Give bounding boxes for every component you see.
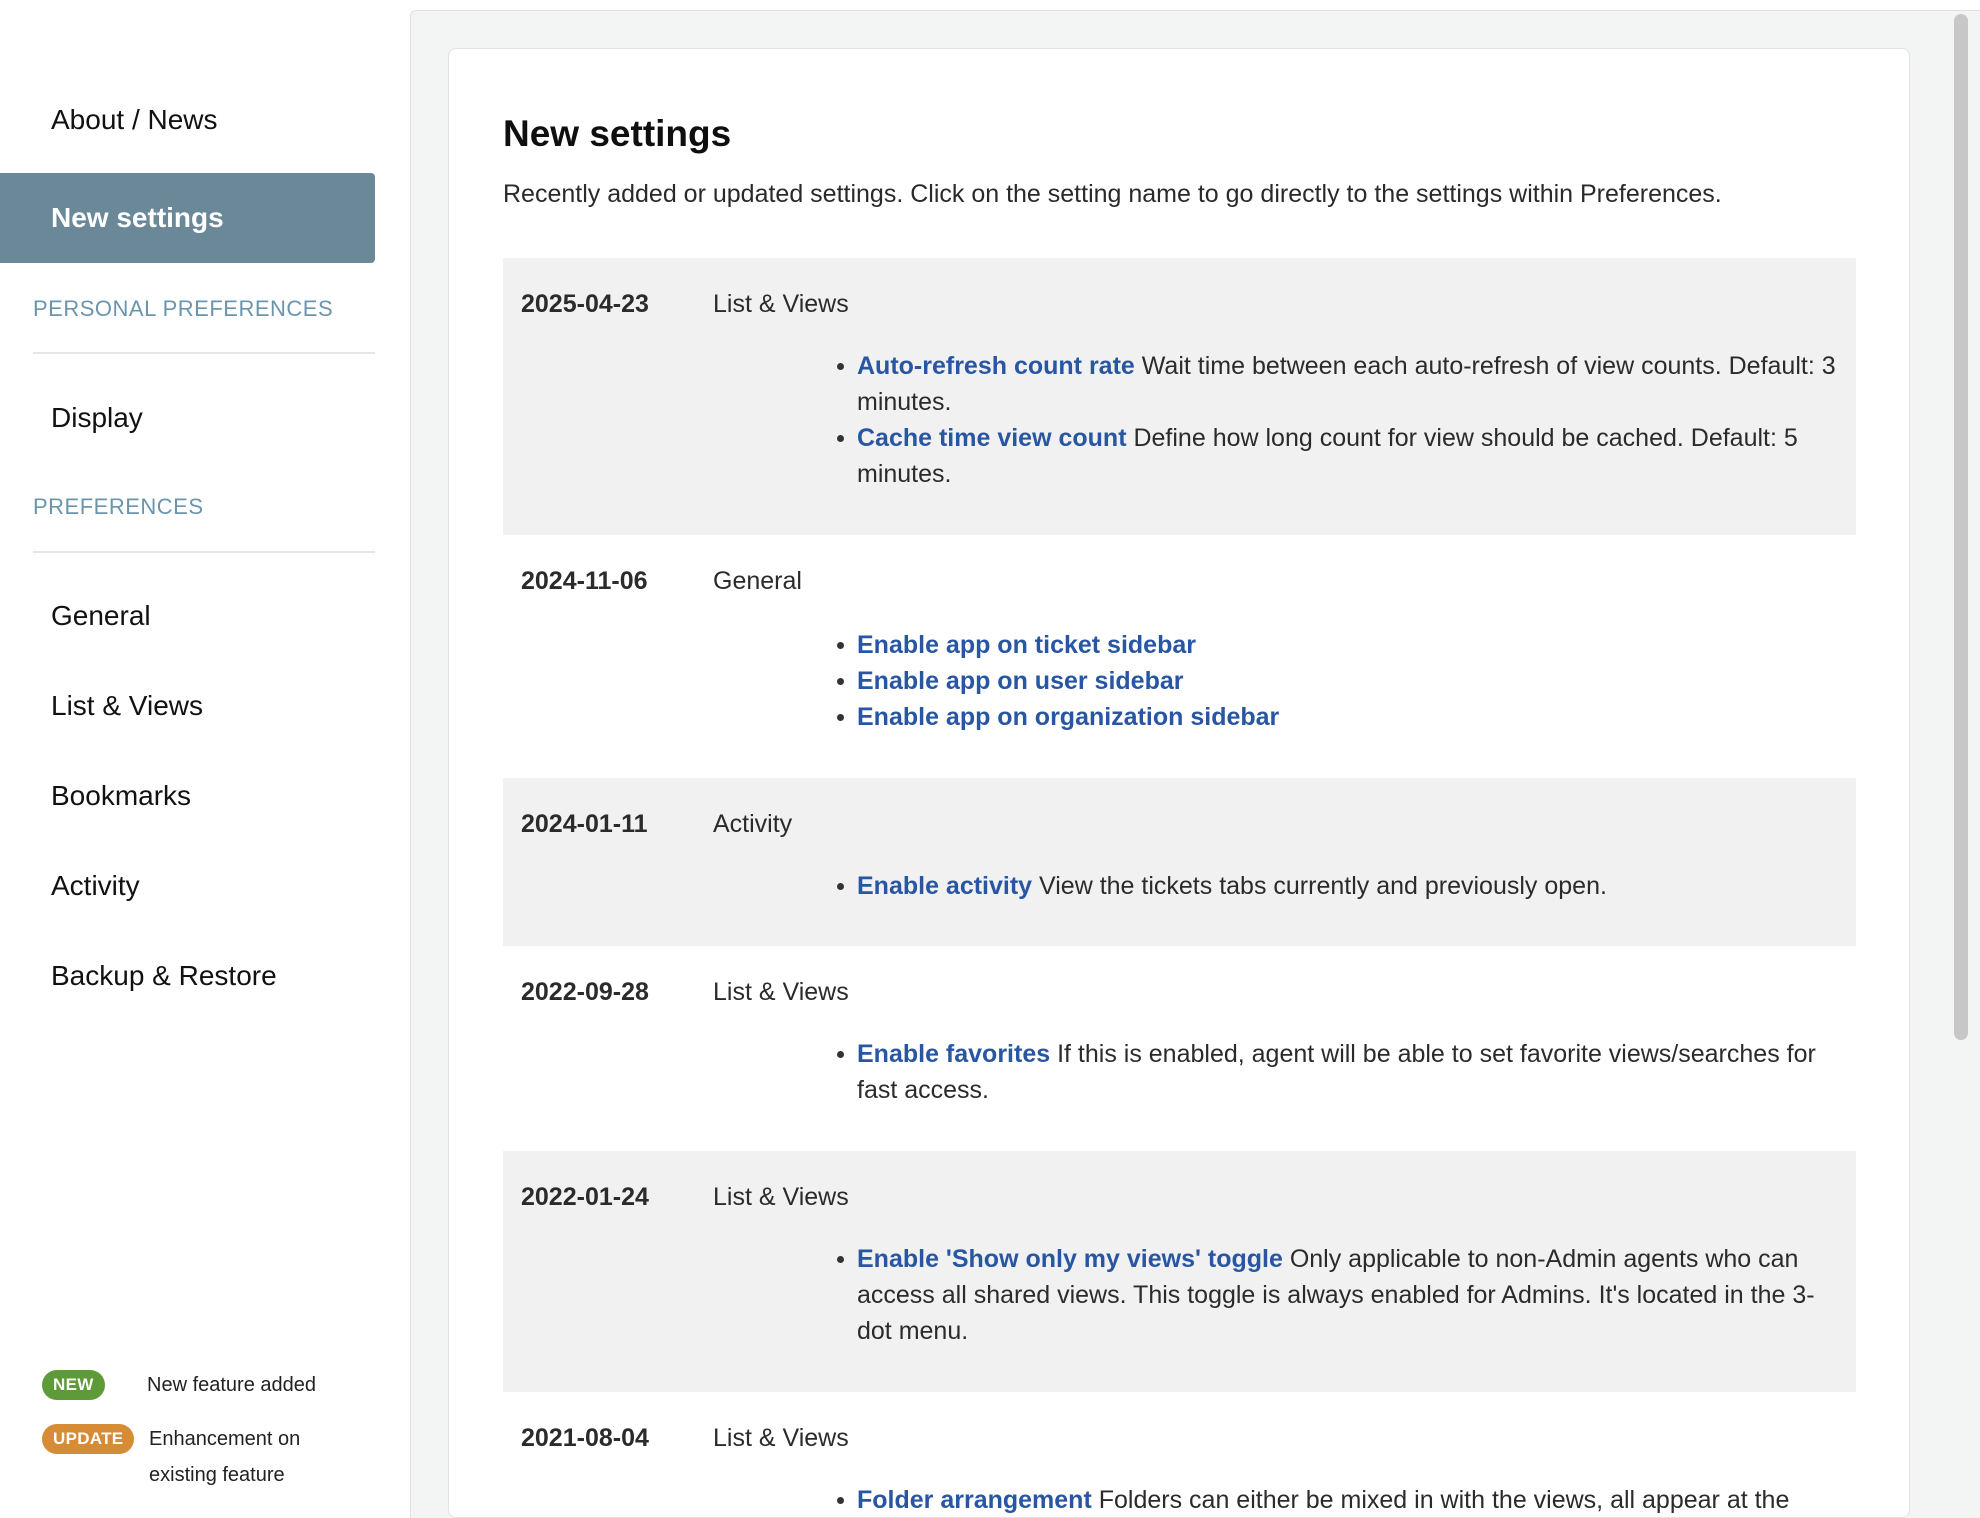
settings-entry: 2024-11-06 General Enable app on ticket … [503,535,1856,778]
setting-link[interactable]: Enable activity [857,872,1032,900]
setting-link[interactable]: Enable app on organization sidebar [857,703,1279,731]
list-item: Enable favorites If this is enabled, age… [837,1036,1847,1108]
sidebar-item-label: Display [51,402,143,433]
app-window: About / News New settings PERSONAL PREFE… [0,0,1980,1518]
list-item: Enable app on organization sidebar [837,699,1847,735]
setting-link[interactable]: Auto-refresh count rate [857,352,1135,380]
sidebar-item-label: About / News [51,104,218,135]
sidebar-item-label: Activity [51,870,140,901]
list-item: Enable app on user sidebar [837,663,1847,699]
section-divider [33,352,375,354]
sidebar-item-list-views[interactable]: List & Views [0,661,375,751]
scrollbar-thumb[interactable] [1954,14,1968,1040]
sidebar-item-label: General [51,600,151,631]
setting-link[interactable]: Enable favorites [857,1040,1050,1068]
list-item: Folder arrangement Folders can either be… [837,1482,1847,1518]
entry-category: List & Views [713,1424,849,1452]
legend-update-text-line1: Enhancement on [149,1428,301,1450]
sidebar-item-activity[interactable]: Activity [0,841,375,931]
settings-entry: 2022-09-28 List & Views Enable favorites… [503,946,1856,1151]
entry-category: Activity [713,810,793,838]
entry-date: 2022-09-28 [521,978,649,1006]
setting-link[interactable]: Cache time view count [857,424,1127,452]
settings-entry: 2022-01-24 List & Views Enable 'Show onl… [503,1151,1856,1392]
settings-entry: 2025-04-23 List & Views Auto-refresh cou… [503,258,1856,535]
sidebar-item-label: Backup & Restore [51,960,277,991]
entry-settings-list: Enable favorites If this is enabled, age… [837,1036,1847,1108]
sidebar-item-label: List & Views [51,690,203,721]
entry-category: List & Views [713,290,849,318]
entry-date: 2024-01-11 [521,810,648,838]
list-item: Enable activity View the tickets tabs cu… [837,868,1847,904]
settings-entry: 2024-01-11 Activity Enable activity View… [503,778,1856,946]
entry-settings-list: Enable app on ticket sidebar Enable app … [837,627,1847,735]
new-badge: NEW [42,1370,105,1400]
list-item: Cache time view count Define how long co… [837,420,1847,492]
legend-update: UPDATE [42,1424,135,1454]
legend-update-text-line2: existing feature [149,1464,285,1486]
entry-settings-list: Auto-refresh count rate Wait time betwee… [837,348,1847,492]
sidebar-item-backup-restore[interactable]: Backup & Restore [0,931,375,1021]
entry-category: General [713,567,802,595]
setting-link[interactable]: Enable app on user sidebar [857,667,1183,695]
entry-settings-list: Enable 'Show only my views' toggle Only … [837,1241,1847,1349]
page-description: Recently added or updated settings. Clic… [503,180,1722,208]
list-item: Enable app on ticket sidebar [837,627,1847,663]
settings-entry: 2021-08-04 List & Views Folder arrangeme… [503,1392,1856,1518]
setting-link[interactable]: Folder arrangement [857,1486,1092,1514]
entry-date: 2021-08-04 [521,1424,649,1452]
sidebar-item-bookmarks[interactable]: Bookmarks [0,751,375,841]
entry-settings-list: Folder arrangement Folders can either be… [837,1482,1847,1518]
entry-date: 2022-01-24 [521,1183,649,1211]
sidebar-item-new-settings[interactable]: New settings [0,173,375,263]
entry-date: 2024-11-06 [521,567,648,595]
section-label-preferences: PREFERENCES [33,494,204,519]
entry-category: List & Views [713,978,849,1006]
setting-description: Folders can either be mixed in with the … [1091,1486,1790,1514]
list-item: Enable 'Show only my views' toggle Only … [837,1241,1847,1349]
entry-settings-list: Enable activity View the tickets tabs cu… [837,868,1847,904]
sidebar-item-label: Bookmarks [51,780,192,811]
setting-description: View the tickets tabs currently and prev… [1032,872,1607,900]
page-title: New settings [503,113,732,154]
entry-date: 2025-04-23 [521,290,649,318]
entry-category: List & Views [713,1183,849,1211]
setting-link[interactable]: Enable 'Show only my views' toggle [857,1245,1283,1273]
sidebar-item-about-news[interactable]: About / News [0,75,375,165]
sidebar-item-general[interactable]: General [0,571,375,661]
update-badge: UPDATE [42,1424,135,1454]
section-label-personal-preferences: PERSONAL PREFERENCES [33,296,334,321]
setting-link[interactable]: Enable app on ticket sidebar [857,631,1196,659]
sidebar-item-label: New settings [51,202,224,233]
legend-new: NEW [42,1370,105,1400]
sidebar: About / News New settings PERSONAL PREFE… [0,0,410,1518]
legend-new-text: New feature added [147,1374,317,1396]
sidebar-item-display[interactable]: Display [0,373,375,463]
section-divider [33,551,375,553]
list-item: Auto-refresh count rate Wait time betwee… [837,348,1847,420]
